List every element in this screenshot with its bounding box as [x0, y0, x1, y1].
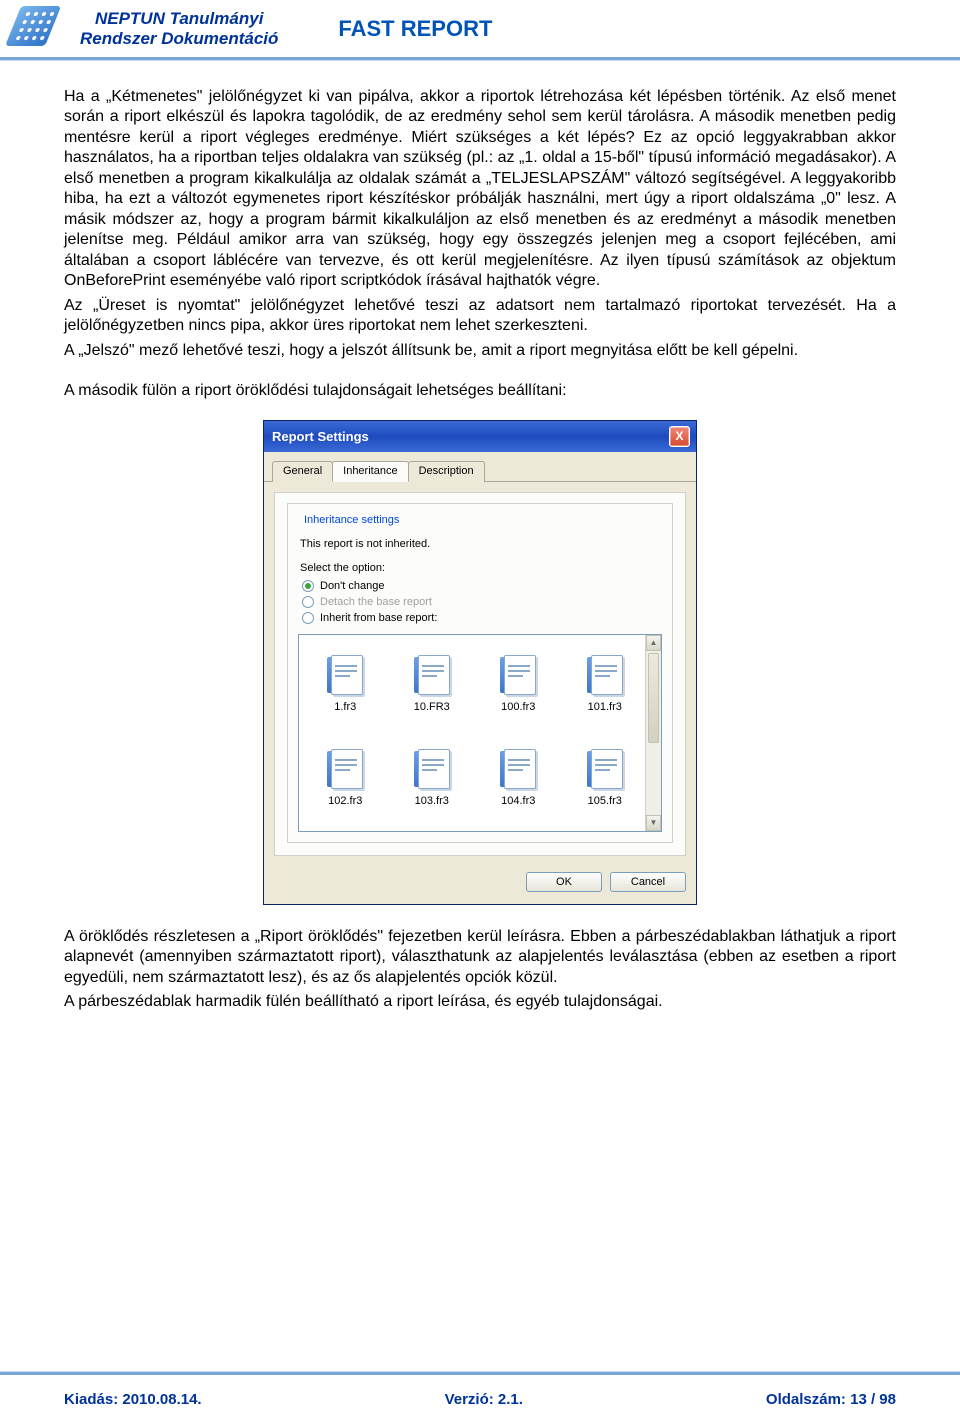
- radio-icon[interactable]: [302, 612, 314, 624]
- file-label: 104.fr3: [501, 795, 535, 807]
- inherit-info: This report is not inherited.: [300, 538, 662, 550]
- page-footer: Kiadás: 2010.08.14. Verzió: 2.1. Oldalsz…: [0, 1371, 960, 1426]
- paragraph-2: Az „Üreset is nyomtat" jelölőnégyzet leh…: [64, 296, 896, 337]
- scrollbar[interactable]: ▲ ▼: [645, 635, 661, 831]
- radio-icon: [302, 596, 314, 608]
- paragraph-5: A öröklődés részletesen a „Riport öröklő…: [64, 927, 896, 988]
- list-item[interactable]: 103.fr3: [392, 735, 473, 827]
- header-title-line1: NEPTUN Tanulmányi: [80, 9, 278, 29]
- list-item[interactable]: 101.fr3: [565, 641, 646, 733]
- file-label: 101.fr3: [588, 701, 622, 713]
- report-file-icon: [321, 649, 369, 697]
- report-file-icon: [408, 649, 456, 697]
- cancel-button[interactable]: Cancel: [610, 872, 686, 892]
- paragraph-3: A „Jelszó" mező lehetővé teszi, hogy a j…: [64, 341, 896, 361]
- select-option-label: Select the option:: [300, 562, 662, 574]
- footer-date: Kiadás: 2010.08.14.: [64, 1391, 202, 1408]
- group-label: Inheritance settings: [300, 514, 403, 526]
- paragraph-6: A párbeszédablak harmadik fülén beállíth…: [64, 992, 896, 1012]
- report-file-icon: [494, 743, 542, 791]
- scroll-down-icon[interactable]: ▼: [646, 815, 661, 831]
- report-file-icon: [581, 743, 629, 791]
- paragraph-4: A második fülön a riport öröklődési tula…: [64, 381, 896, 401]
- tab-inheritance[interactable]: Inheritance: [332, 461, 408, 482]
- inheritance-fieldset: Inheritance settings This report is not …: [287, 503, 673, 843]
- report-file-icon: [494, 649, 542, 697]
- logo-icon: [4, 4, 60, 53]
- file-label: 102.fr3: [328, 795, 362, 807]
- radio-label: Detach the base report: [320, 596, 432, 608]
- radio-inherit[interactable]: Inherit from base report:: [302, 612, 662, 624]
- radio-dont-change[interactable]: Don't change: [302, 580, 662, 592]
- file-label: 103.fr3: [415, 795, 449, 807]
- radio-label: Inherit from base report:: [320, 612, 437, 624]
- list-item[interactable]: 100.fr3: [478, 641, 559, 733]
- list-item[interactable]: 105.fr3: [565, 735, 646, 827]
- scroll-thumb[interactable]: [648, 653, 659, 743]
- report-file-icon: [581, 649, 629, 697]
- report-file-icon: [321, 743, 369, 791]
- report-file-icon: [408, 743, 456, 791]
- list-item[interactable]: 1.fr3: [305, 641, 386, 733]
- radio-icon[interactable]: [302, 580, 314, 592]
- dialog-tabs: General Inheritance Description: [264, 452, 696, 482]
- ok-button[interactable]: OK: [526, 872, 602, 892]
- radio-detach: Detach the base report: [302, 596, 662, 608]
- paragraph-1: Ha a „Kétmenetes" jelölőnégyzet ki van p…: [64, 87, 896, 292]
- radio-label: Don't change: [320, 580, 384, 592]
- file-label: 105.fr3: [588, 795, 622, 807]
- file-label: 100.fr3: [501, 701, 535, 713]
- report-settings-dialog: Report Settings X General Inheritance De…: [263, 420, 697, 905]
- scroll-up-icon[interactable]: ▲: [646, 635, 661, 651]
- dialog-title-bar[interactable]: Report Settings X: [264, 421, 696, 452]
- page-header: NEPTUN Tanulmányi Rendszer Dokumentáció …: [0, 0, 960, 57]
- footer-page: Oldalszám: 13 / 98: [766, 1391, 896, 1408]
- tab-general[interactable]: General: [272, 461, 333, 482]
- header-title-line2: Rendszer Dokumentáció: [80, 29, 278, 49]
- file-label: 10.FR3: [414, 701, 450, 713]
- file-list[interactable]: 1.fr3 10.FR3 100.fr3: [298, 634, 662, 832]
- list-item[interactable]: 104.fr3: [478, 735, 559, 827]
- list-item[interactable]: 102.fr3: [305, 735, 386, 827]
- tab-description[interactable]: Description: [408, 461, 485, 482]
- file-label: 1.fr3: [334, 701, 356, 713]
- list-item[interactable]: 10.FR3: [392, 641, 473, 733]
- header-rule-thin: [0, 60, 960, 61]
- footer-version: Verzió: 2.1.: [445, 1391, 523, 1408]
- close-icon[interactable]: X: [669, 426, 690, 447]
- header-fast-report: FAST REPORT: [338, 16, 492, 42]
- dialog-title-text: Report Settings: [272, 429, 369, 444]
